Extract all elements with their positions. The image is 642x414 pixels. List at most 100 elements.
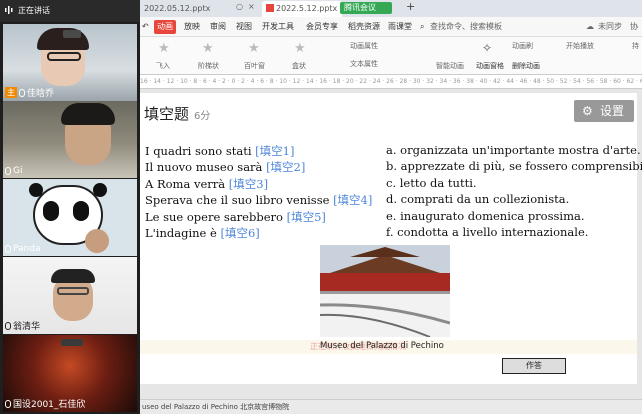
blank-field[interactable]: [填空1] [255, 144, 294, 158]
sentence-1: I quadri sono stati [填空1] [145, 143, 294, 159]
blank-field[interactable]: [填空5] [287, 210, 326, 224]
video-tile[interactable]: Gi [3, 101, 137, 178]
tab-meeting[interactable]: 腾讯会议 [340, 2, 392, 14]
settings-button[interactable]: ⚙ 设置 [574, 100, 634, 122]
menu-item-slideshow[interactable]: 放映 [184, 20, 200, 34]
cloud-icon: ☁ [586, 22, 594, 31]
animation-brush[interactable]: 动画刷 [512, 41, 533, 51]
blank-field[interactable]: [填空3] [229, 177, 268, 191]
question-score: 6分 [194, 111, 211, 122]
participant-label: 主 佳晗乔 [5, 86, 54, 99]
video-tile[interactable]: 主 佳晗乔 [3, 24, 137, 101]
speaking-status: 正在讲话 [18, 6, 50, 15]
star-icon: ★ [158, 41, 170, 56]
slide: 填空题 6分 ⚙ 设置 I quadri sono stati [填空1] Il… [140, 93, 642, 384]
ppt-icon [266, 4, 274, 12]
tab-label: 2022.5.12.pptx [276, 4, 338, 13]
menu-item-view[interactable]: 视图 [236, 20, 252, 34]
settings-label: 设置 [600, 104, 625, 118]
participant-label: 翁清华 [5, 319, 40, 332]
menu-item-animation[interactable]: 动画 [154, 20, 176, 34]
participant-name: Panda [13, 244, 41, 254]
menu-item-rain-classroom[interactable]: 雨课堂 [388, 20, 412, 34]
participant-face [85, 229, 109, 253]
star-icon: ★ [294, 41, 306, 56]
smart-animation[interactable]: 智能动画 [436, 61, 464, 71]
effect-blinds[interactable]: 百叶窗 [244, 61, 265, 71]
effect-fly-in[interactable]: 飞入 [156, 61, 170, 71]
sentence-text: L'indagine è [145, 226, 217, 240]
panda-eye [43, 201, 59, 221]
sentence-4: Sperava che il suo libro venisse [填空4] [145, 192, 372, 208]
sentence-text: Sperava che il suo libro venisse [145, 193, 330, 207]
effect-box[interactable]: 盒状 [292, 61, 306, 71]
close-icon[interactable]: × [248, 2, 255, 11]
video-tile[interactable]: 翁清华 [3, 257, 137, 334]
option-e: e. inaugurato domenica prossima. [386, 209, 585, 223]
option-a: a. organizzata un'importante mostra d'ar… [386, 143, 641, 157]
host-icon: 主 [5, 87, 17, 98]
sentence-5: Le sue opere sarebbero [填空5] [145, 209, 326, 225]
blank-field[interactable]: [填空4] [333, 193, 372, 207]
menu-item-member[interactable]: 会员专享 [306, 20, 338, 34]
search-input[interactable]: 查找命令、搜索模板 [430, 20, 502, 34]
sentence-2: Il nuovo museo sarà [填空2] [145, 159, 305, 175]
chevron-down-icon[interactable] [61, 339, 83, 346]
video-panel: 正在讲话 主 佳晗乔 Gi Panda 翁清华 国设2001_石佳欣 [0, 0, 140, 414]
participant-glasses [47, 52, 81, 61]
video-tile[interactable]: 国设2001_石佳欣 [3, 335, 137, 412]
participant-name: 佳晗乔 [27, 89, 55, 99]
undo-icon[interactable]: ↶ [142, 20, 149, 34]
sentence-6: L'indagine è [填空6] [145, 225, 260, 241]
star-icon: ★ [248, 41, 260, 56]
participant-glasses [57, 287, 89, 295]
participant-label: Gi [5, 166, 22, 176]
delete-animation[interactable]: 删除动画 [512, 61, 540, 71]
participant-name: 国设2001_石佳欣 [13, 400, 86, 410]
answer-button[interactable]: 作答 [502, 358, 566, 374]
start-play[interactable]: 开始播放 [566, 41, 594, 51]
menu-item-review[interactable]: 审阅 [210, 20, 226, 34]
option-b: b. apprezzate di più, se fossero compren… [386, 159, 642, 173]
panda-eye [73, 201, 89, 221]
blank-field[interactable]: [填空2] [266, 160, 305, 174]
participant-hair [61, 103, 115, 125]
chevron-up-icon[interactable] [63, 30, 81, 38]
panda-ear [93, 183, 107, 197]
horizontal-ruler: 16 · 14 · 12 · 10 · 8 · 6 · 4 · 2 · 0 · … [140, 75, 642, 89]
participant-name: 翁清华 [13, 322, 41, 332]
menu-item-resources[interactable]: 稻壳资源 [348, 20, 380, 34]
palace-image [320, 245, 450, 337]
close-icon[interactable]: ○ [236, 2, 243, 11]
animation-properties[interactable]: 动画属性 [350, 41, 378, 51]
mic-icon [5, 245, 11, 253]
image-caption: Museo del Palazzo di Pechino [320, 341, 444, 351]
animation-pane[interactable]: 动画窗格 [476, 61, 504, 71]
speaking-icon [4, 5, 14, 15]
panda-ear [29, 183, 43, 197]
menu-item-developer[interactable]: 开发工具 [262, 20, 294, 34]
status-bar: useo del Palazzo di Pechino 北京故宫博物院 [140, 399, 642, 414]
option-d: d. comprati da un collezionista. [386, 192, 570, 206]
video-tile[interactable]: Panda [3, 179, 137, 256]
option-c: c. letto da tutti. [386, 176, 477, 190]
tab-label: 2022.05.12.pptx [144, 4, 211, 13]
gear-icon: ⚙ [582, 104, 593, 118]
animation-pane-icon: ✧ [482, 41, 493, 55]
duration[interactable]: 持 [632, 41, 639, 51]
menu-bar: ↶ 动画 放映 审阅 视图 开发工具 会员专享 稻壳资源 雨课堂 ⌕ 查找命令、… [140, 17, 642, 37]
sync-status[interactable]: 未同步 [598, 20, 622, 34]
participant-name: Gi [13, 166, 23, 176]
sentence-3: A Roma verrà [填空3] [145, 176, 268, 192]
blank-field[interactable]: [填空6] [220, 226, 259, 240]
effect-stairs[interactable]: 阶梯状 [198, 61, 219, 71]
mic-icon [5, 167, 11, 175]
sentence-text: I quadri sono stati [145, 144, 252, 158]
tab-file2[interactable]: 2022.5.12.pptx [262, 1, 342, 17]
share-button[interactable]: 协 [630, 20, 638, 34]
text-properties[interactable]: 文本属性 [350, 59, 378, 69]
add-tab-button[interactable]: + [406, 0, 415, 13]
speaking-status-bar: 正在讲话 [0, 0, 140, 22]
sentence-text: A Roma verrà [145, 177, 226, 191]
tab-bar: 2022.05.12.pptx ○ × 2022.5.12.pptx 腾讯会议 … [140, 0, 642, 17]
